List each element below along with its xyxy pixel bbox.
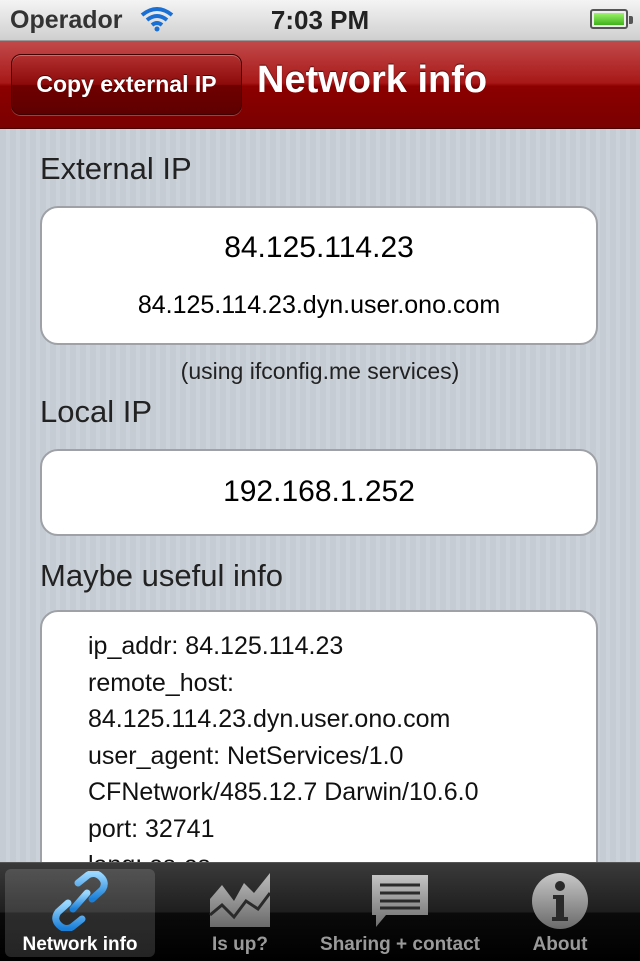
external-ip-note: (using ifconfig.me services)	[180, 358, 460, 384]
tab-sharing-contact[interactable]: Sharing + contact	[320, 863, 480, 961]
status-time: 7:03 PM	[270, 5, 370, 35]
info-icon	[529, 871, 591, 936]
page-title: Network info	[257, 59, 488, 101]
chart-icon	[208, 871, 272, 934]
tab-bar: Network info Is up? Sharing + contact Ab…	[0, 862, 640, 961]
chain-link-icon	[48, 869, 112, 936]
info-line: port: 32741	[88, 814, 215, 843]
local-ip-heading: Local IP	[40, 394, 153, 429]
useful-info-heading: Maybe useful info	[40, 558, 283, 593]
tab-label: About	[532, 934, 588, 955]
local-ip-card: 192.168.1.252	[40, 449, 598, 536]
tab-label: Network info	[22, 934, 138, 955]
external-ip-card: 84.125.114.23 84.125.114.23.dyn.user.ono…	[40, 206, 598, 345]
status-bar: Operador 7:03 PM	[0, 0, 640, 41]
info-line: user_agent: NetServices/1.0	[88, 741, 404, 770]
local-ip-value: 192.168.1.252	[223, 475, 415, 508]
external-ip-heading: External IP	[40, 151, 192, 186]
speech-bubble-icon	[368, 871, 432, 936]
info-line: 84.125.114.23.dyn.user.ono.com	[88, 705, 451, 733]
tab-is-up[interactable]: Is up?	[160, 863, 320, 961]
tab-network-info[interactable]: Network info	[0, 863, 160, 961]
navigation-bar: Copy external IP Network info	[0, 41, 640, 129]
copy-external-ip-button[interactable]: Copy external IP	[11, 54, 242, 115]
info-line: CFNetwork/485.12.7 Darwin/10.6.0	[88, 778, 479, 806]
info-line: ip_addr: 84.125.114.23	[88, 632, 344, 660]
tab-label: Sharing + contact	[320, 934, 480, 955]
useful-info-text: ip_addr: 84.125.114.23 remote_host: 84.1…	[88, 628, 478, 862]
battery-icon	[590, 9, 633, 29]
info-line: remote_host:	[88, 668, 234, 697]
info-line: lang: es-es	[88, 847, 478, 862]
tab-about[interactable]: About	[480, 863, 640, 961]
useful-info-card[interactable]: ip_addr: 84.125.114.23 remote_host: 84.1…	[40, 610, 598, 862]
external-ip-value: 84.125.114.23	[224, 231, 414, 264]
main-content[interactable]: External IP 84.125.114.23 84.125.114.23.…	[0, 129, 640, 862]
tab-label: Is up?	[212, 934, 268, 955]
external-host-value: 84.125.114.23.dyn.user.ono.com	[137, 291, 501, 319]
